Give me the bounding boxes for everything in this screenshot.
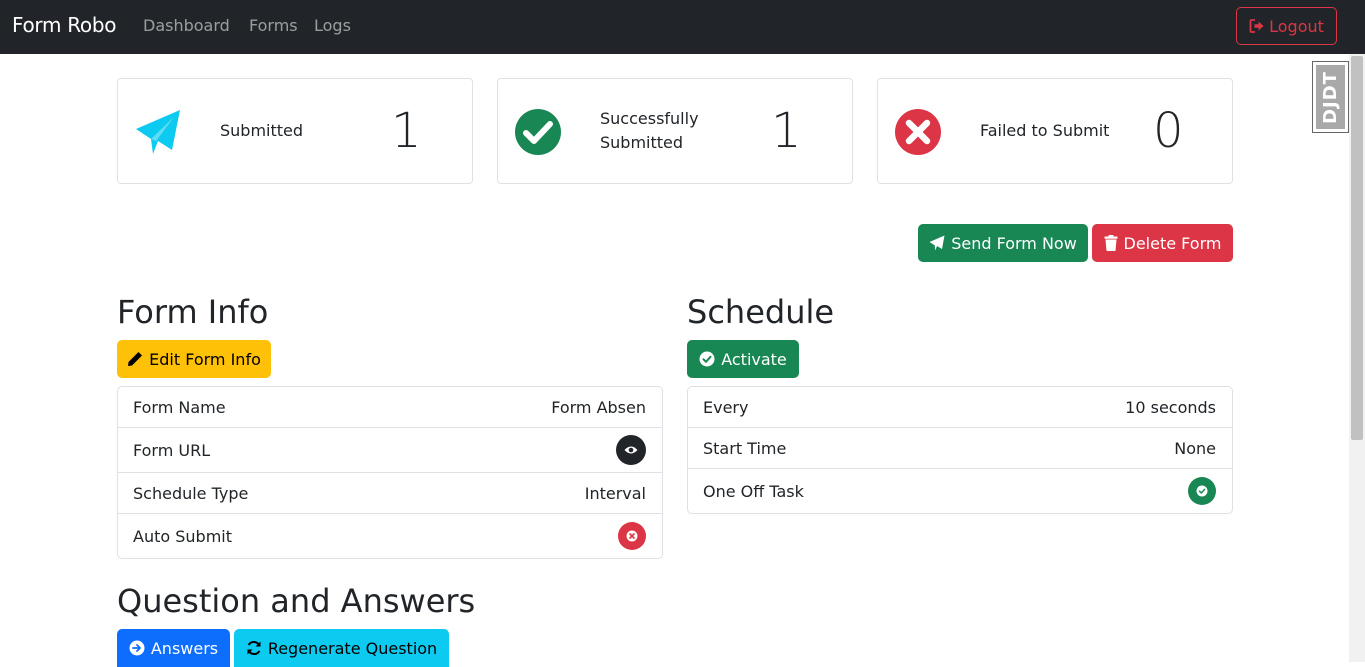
debug-toolbar-handle[interactable]: DJDT [1312, 61, 1349, 133]
every-value: 10 seconds [1125, 397, 1216, 417]
stat-label-success-line2: Submitted [600, 133, 684, 152]
form-url-value [616, 428, 646, 472]
logout-button[interactable]: Logout [1236, 7, 1337, 45]
auto-submit-label: Auto Submit [133, 526, 232, 546]
auto-submit-value [618, 514, 646, 558]
paper-plane-icon [136, 110, 180, 154]
every-label: Every [703, 397, 749, 417]
start-time-value: None [1174, 438, 1216, 458]
check-circle-icon [1196, 485, 1208, 497]
stat-label-submitted: Submitted [220, 121, 304, 140]
stat-label-success-line1: Successfully [600, 109, 699, 128]
eye-icon [624, 446, 638, 454]
paper-plane-icon [929, 235, 945, 251]
delete-form-label: Delete Form [1123, 233, 1222, 253]
view-url-button[interactable] [616, 435, 646, 465]
schedule-type-label: Schedule Type [133, 483, 249, 503]
stat-label-success: Successfully Submitted [600, 79, 699, 183]
edit-form-info-label: Edit Form Info [149, 349, 261, 369]
stat-value-failed: 0 [1153, 103, 1184, 159]
schedule-row-every: Every 10 seconds [688, 387, 1232, 428]
send-form-now-label: Send Form Now [951, 233, 1077, 253]
one-off-task-label: One Off Task [703, 481, 804, 501]
answers-label: Answers [150, 638, 219, 658]
start-time-label: Start Time [703, 438, 787, 458]
activate-button[interactable]: Activate [687, 340, 799, 378]
form-info-heading: Form Info [117, 293, 269, 331]
form-info-row-name: Form Name Form Absen [118, 387, 662, 428]
form-url-label: Form URL [133, 440, 211, 460]
nav-logs[interactable]: Logs [314, 16, 351, 35]
schedule-row-start-time: Start Time None [688, 428, 1232, 469]
form-info-row-auto-submit: Auto Submit [118, 514, 662, 558]
stat-value-success: 1 [771, 103, 802, 159]
nav-dashboard[interactable]: Dashboard [143, 16, 230, 35]
schedule-heading: Schedule [687, 293, 835, 331]
edit-form-info-button[interactable]: Edit Form Info [117, 340, 271, 378]
stat-label-failed: Failed to Submit [980, 121, 1110, 140]
stat-card-failed: Failed to Submit 0 [877, 78, 1233, 184]
stat-card-success: Successfully Submitted 1 [497, 78, 853, 184]
x-circle-icon [626, 530, 638, 542]
check-circle-icon [699, 351, 715, 367]
schedule-list: Every 10 seconds Start Time None One Off… [687, 386, 1233, 514]
activate-label: Activate [721, 349, 787, 369]
form-info-row-url: Form URL [118, 428, 662, 473]
trash-icon [1104, 235, 1118, 251]
x-circle-icon [895, 109, 941, 155]
navbar: Form Robo Dashboard Forms Logs Logout [0, 0, 1365, 54]
auto-submit-status [618, 522, 646, 550]
stat-value-submitted: 1 [391, 103, 422, 159]
logout-label: Logout [1269, 16, 1324, 36]
stat-card-submitted: Submitted 1 [117, 78, 473, 184]
schedule-type-value: Interval [584, 483, 646, 503]
one-off-task-value [1188, 469, 1216, 513]
regenerate-question-label: Regenerate Question [267, 638, 438, 658]
arrow-circle-right-icon [129, 640, 145, 656]
nav-forms[interactable]: Forms [249, 16, 298, 35]
answers-button[interactable]: Answers [117, 629, 230, 667]
debug-toolbar-badge: DJDT [1316, 65, 1345, 129]
check-circle-icon [515, 109, 561, 155]
refresh-icon [247, 640, 261, 656]
send-form-now-button[interactable]: Send Form Now [918, 224, 1088, 262]
form-info-row-schedule-type: Schedule Type Interval [118, 473, 662, 514]
brand-link[interactable]: Form Robo [12, 13, 117, 37]
debug-toolbar-label: DJDT [1320, 70, 1342, 124]
one-off-task-status [1188, 477, 1216, 505]
sign-out-icon [1249, 19, 1264, 33]
form-name-value: Form Absen [551, 397, 646, 417]
pencil-icon [128, 352, 143, 366]
form-info-list: Form Name Form Absen Form URL Schedule T… [117, 386, 663, 559]
schedule-row-one-off: One Off Task [688, 469, 1232, 513]
delete-form-button[interactable]: Delete Form [1092, 224, 1233, 262]
scrollbar-thumb[interactable] [1351, 56, 1363, 440]
qa-heading: Question and Answers [117, 582, 476, 620]
regenerate-question-button[interactable]: Regenerate Question [234, 629, 449, 667]
form-name-label: Form Name [133, 397, 226, 417]
